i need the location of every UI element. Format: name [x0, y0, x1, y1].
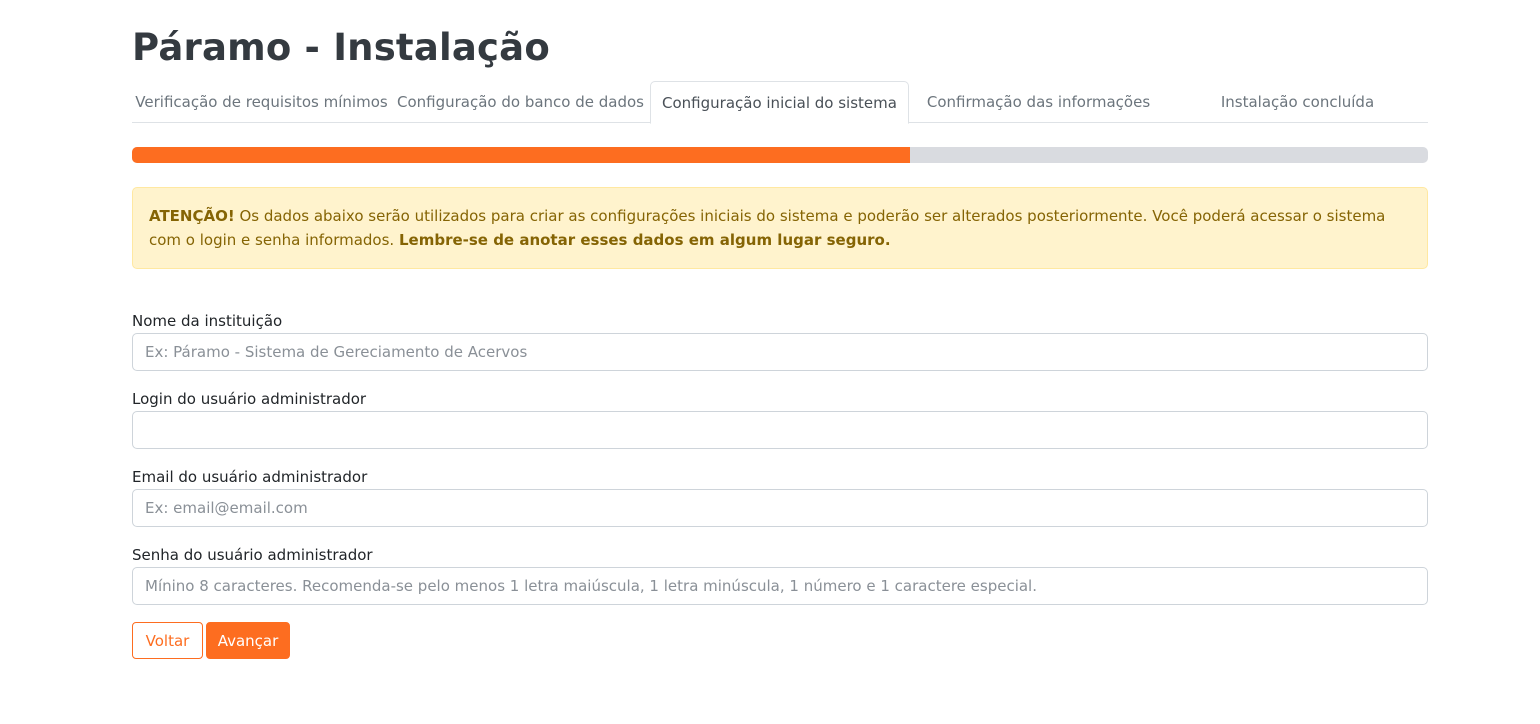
alert-strong-prefix: ATENÇÃO! [149, 207, 235, 225]
institution-label: Nome da instituição [132, 312, 283, 330]
admin-email-label: Email do usuário administrador [132, 468, 368, 486]
step-tab-confirmation[interactable]: Confirmação das informações [909, 81, 1168, 123]
warning-alert: ATENÇÃO! Os dados abaixo serão utilizado… [132, 187, 1428, 269]
institution-input[interactable] [132, 333, 1428, 371]
page-title: Páramo - Instalação [132, 26, 550, 69]
admin-password-input[interactable] [132, 567, 1428, 605]
next-button[interactable]: Avançar [206, 622, 290, 659]
admin-email-input[interactable] [132, 489, 1428, 527]
admin-login-label: Login do usuário administrador [132, 390, 367, 408]
admin-password-label: Senha do usuário administrador [132, 546, 373, 564]
step-tab-database[interactable]: Configuração do banco de dados [391, 81, 650, 123]
step-tab-requirements[interactable]: Verificação de requisitos mínimos [132, 81, 391, 123]
alert-strong-suffix: Lembre-se de anotar esses dados em algum… [398, 231, 891, 249]
admin-login-input[interactable] [132, 411, 1428, 449]
back-button[interactable]: Voltar [132, 622, 203, 659]
progress-bar-fill [132, 147, 910, 163]
step-tab-initial-config[interactable]: Configuração inicial do sistema [650, 81, 909, 124]
step-tab-completed[interactable]: Instalação concluída [1168, 81, 1427, 123]
progress-bar [132, 147, 1428, 163]
installation-steps: Verificação de requisitos mínimos Config… [132, 81, 1428, 124]
